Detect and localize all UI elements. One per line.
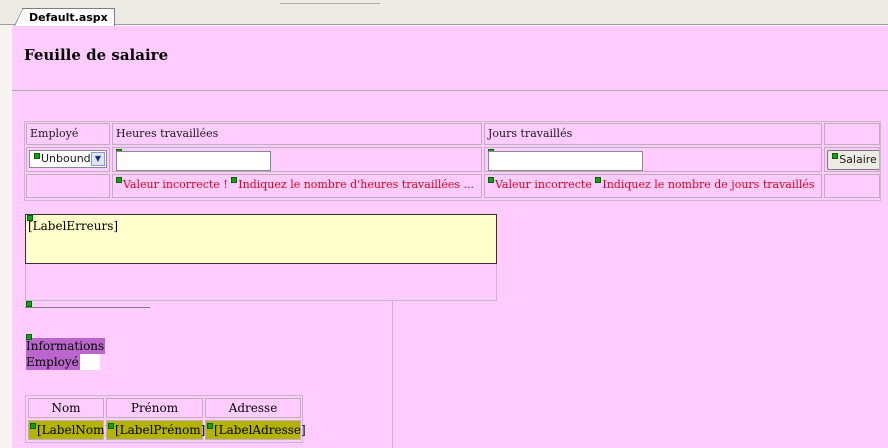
col-header-prenom: Prénom: [106, 398, 203, 418]
hours-required-message: Indiquez le nombre d'heures travaillées …: [238, 178, 475, 191]
server-control-marker-icon: [832, 153, 839, 159]
document-tabstrip: Default.aspx: [0, 0, 888, 26]
errors-panel-frame: [25, 264, 497, 301]
hours-errors-cell: Valeur incorrecte ! Indiquez le nombre d…: [112, 174, 482, 198]
horizontal-rule: [12, 90, 888, 91]
page-title: Feuille de salaire: [24, 46, 169, 64]
label-nom-text: [LabelNom]: [37, 423, 110, 437]
chevron-down-icon[interactable]: ▼: [91, 152, 105, 166]
days-cell: [484, 147, 822, 172]
server-control-marker-icon: [116, 177, 122, 183]
header-empty: [824, 123, 880, 145]
server-control-marker-icon: [26, 334, 32, 340]
header-jours: Jours travaillés: [484, 123, 822, 145]
server-control-marker-icon: [30, 423, 36, 429]
panel-separator: [25, 307, 150, 308]
col-header-adresse: Adresse: [205, 398, 301, 418]
tab-default-aspx[interactable]: Default.aspx: [14, 8, 115, 26]
label-prenom-text: [LabelPrénom]: [115, 423, 206, 437]
days-input[interactable]: [488, 151, 643, 171]
server-control-marker-icon: [595, 177, 602, 183]
days-invalid-message: Valeur incorrecte: [495, 178, 592, 191]
server-control-marker-icon: [108, 423, 114, 429]
input-grid: Employé Heures travaillées Jours travail…: [24, 121, 881, 201]
info-line2: Employé: [26, 354, 80, 370]
col-header-nom: Nom: [28, 398, 104, 418]
hours-input[interactable]: [116, 151, 271, 171]
label-prenom[interactable]: [LabelPrénom]: [106, 420, 206, 440]
salary-cell: Salaire: [824, 147, 880, 172]
server-control-marker-icon: [207, 423, 213, 429]
hours-cell: [112, 147, 482, 172]
header-heures: Heures travaillées: [112, 123, 482, 145]
salary-button-label: Salaire: [839, 153, 877, 166]
info-label[interactable]: Informations Employé: [26, 334, 106, 370]
server-control-marker-icon: [34, 153, 40, 159]
info-blank: [79, 354, 100, 370]
label-erreurs[interactable]: [LabelErreurs]: [25, 214, 497, 264]
server-control-marker-icon: [231, 177, 238, 183]
days-errors-cell: Valeur incorrecte Indiquez le nombre de …: [484, 174, 822, 198]
days-required-message: Indiquez le nombre de jours travaillés: [602, 178, 815, 191]
employee-select[interactable]: Unbound ▼: [29, 150, 107, 168]
error-cell-empty-right: [824, 174, 880, 198]
info-line1: Informations: [26, 338, 106, 354]
label-adresse[interactable]: [LabelAdresse]: [205, 420, 306, 440]
label-adresse-text: [LabelAdresse]: [214, 423, 306, 437]
employee-table: Nom Prénom Adresse [LabelNom] [LabelPrén…: [25, 395, 306, 443]
error-cell-empty: [26, 174, 110, 198]
server-control-marker-icon: [488, 177, 494, 183]
design-surface: Feuille de salaire Employé Heures travai…: [12, 26, 888, 448]
employee-select-value: Unbound: [41, 152, 91, 165]
label-nom[interactable]: [LabelNom]: [28, 420, 109, 440]
server-control-marker-icon: [27, 215, 33, 221]
hours-invalid-message: Valeur incorrecte !: [123, 178, 228, 191]
label-erreurs-text: [LabelErreurs]: [28, 219, 119, 233]
tabstrip-divider: [280, 3, 380, 4]
employee-cell: Unbound ▼: [26, 147, 110, 172]
header-employe: Employé: [26, 123, 110, 145]
salary-button[interactable]: Salaire: [827, 150, 879, 170]
